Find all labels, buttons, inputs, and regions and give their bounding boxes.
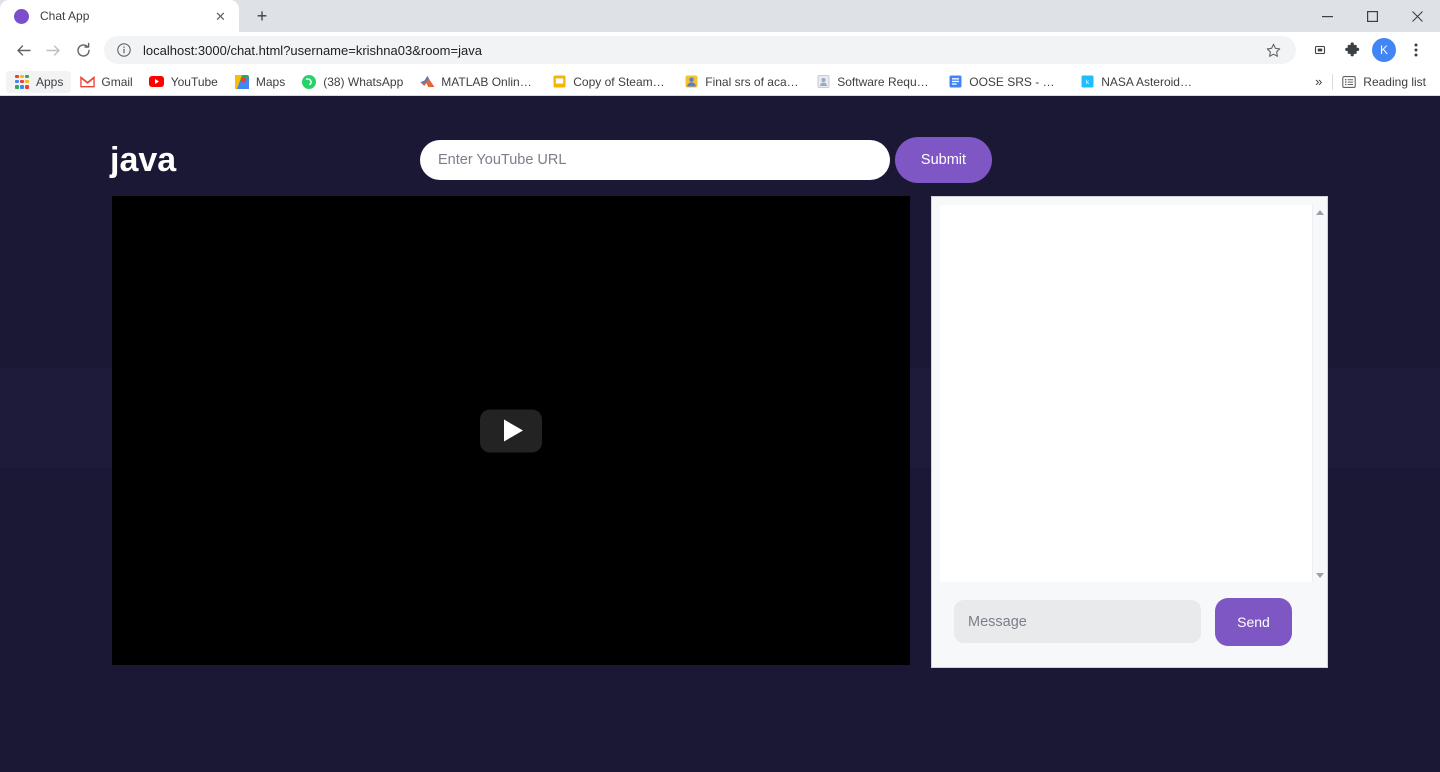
- bookmark-final-srs[interactable]: Final srs of academi...: [675, 71, 807, 93]
- bookmark-label: MATLAB Online R2...: [441, 74, 535, 89]
- bookmark-oose-srs[interactable]: OOSE SRS - Google...: [939, 71, 1071, 93]
- bookmark-label: YouTube: [170, 74, 218, 89]
- tab-strip: Chat App ✕ +: [0, 0, 1440, 32]
- tab-title: Chat App: [40, 9, 90, 23]
- submit-button[interactable]: Submit: [895, 137, 992, 183]
- youtube-url-input[interactable]: [420, 140, 890, 180]
- scroll-up-arrow-icon[interactable]: [1313, 205, 1328, 219]
- reading-list-icon: [1341, 74, 1357, 90]
- bookmark-maps[interactable]: Maps: [226, 71, 293, 93]
- bookmark-apps[interactable]: Apps: [6, 70, 72, 93]
- video-player[interactable]: [112, 196, 910, 665]
- google-docs-icon: [947, 74, 963, 90]
- browser-tab-chat-app[interactable]: Chat App ✕: [0, 0, 239, 32]
- whatsapp-icon: [301, 74, 317, 90]
- bookmark-label: (38) WhatsApp: [323, 74, 404, 89]
- close-icon[interactable]: [1395, 0, 1440, 32]
- gmail-icon: [79, 74, 95, 90]
- new-tab-button[interactable]: +: [248, 2, 276, 30]
- bookmark-copy-of-steampunk[interactable]: Copy of Steampunk...: [543, 71, 675, 93]
- bookmark-label: Software Requirem...: [837, 74, 931, 89]
- youtube-icon: [149, 74, 165, 90]
- address-bar[interactable]: localhost:3000/chat.html?username=krishn…: [104, 36, 1296, 64]
- bookmark-matlab[interactable]: MATLAB Online R2...: [411, 71, 543, 93]
- profile-avatar[interactable]: K: [1372, 38, 1396, 62]
- message-input[interactable]: [954, 600, 1201, 643]
- extensions-puzzle-icon[interactable]: [1338, 36, 1366, 64]
- bookmarks-overflow-button[interactable]: »: [1305, 74, 1332, 89]
- back-arrow-icon[interactable]: [8, 35, 38, 65]
- room-title: java: [110, 141, 177, 179]
- main-content: Send: [0, 196, 1440, 668]
- bookmark-nasa-asteroid[interactable]: k NASA Asteroid Clas...: [1071, 71, 1203, 93]
- chat-body: [932, 197, 1327, 582]
- three-dot-menu-icon[interactable]: [1402, 36, 1430, 64]
- bookmark-whatsapp[interactable]: (38) WhatsApp: [293, 71, 411, 93]
- app-page: java Submit: [0, 96, 1440, 772]
- window-controls: [1305, 0, 1440, 32]
- bookmark-software-requirem[interactable]: Software Requirem...: [807, 71, 939, 93]
- kaggle-icon: k: [1079, 74, 1095, 90]
- bookmark-label: Gmail: [101, 74, 133, 89]
- bookmark-label: Final srs of academi...: [705, 74, 800, 89]
- bookmark-label: Apps: [36, 74, 64, 89]
- tab-close-icon[interactable]: ✕: [212, 8, 229, 25]
- bookmark-gmail[interactable]: Gmail: [71, 71, 140, 93]
- bookmark-label: OOSE SRS - Google...: [969, 74, 1063, 89]
- info-circle-icon[interactable]: [116, 42, 132, 58]
- reading-list-button[interactable]: Reading list: [1333, 71, 1434, 93]
- slides-icon: [551, 74, 567, 90]
- chat-panel: Send: [931, 196, 1328, 668]
- minimize-icon[interactable]: [1305, 0, 1350, 32]
- matlab-icon: [419, 74, 435, 90]
- docs-icon: [683, 74, 699, 90]
- scroll-down-arrow-icon[interactable]: [1313, 568, 1328, 582]
- bookmark-label: Maps: [255, 74, 286, 89]
- maximize-icon[interactable]: [1350, 0, 1395, 32]
- apps-grid-icon: [14, 74, 30, 90]
- tab-favicon-icon: [14, 8, 29, 24]
- star-icon[interactable]: [1262, 39, 1284, 61]
- maps-icon: [234, 74, 250, 90]
- youtube-url-form: Submit: [420, 137, 992, 183]
- chat-messages-list: [940, 205, 1312, 582]
- bookmarks-bar: Apps Gmail YouTube Maps (38) WhatsApp MA…: [0, 68, 1440, 96]
- browser-chrome: Chat App ✕ + localhost:3000/chat.html?us…: [0, 0, 1440, 772]
- app-header: java Submit: [0, 96, 1440, 196]
- generic-page-icon: [815, 74, 831, 90]
- address-bar-url: localhost:3000/chat.html?username=krishn…: [143, 42, 482, 58]
- forward-arrow-icon[interactable]: [38, 35, 68, 65]
- browser-toolbar: localhost:3000/chat.html?username=krishn…: [0, 32, 1440, 68]
- reading-list-label: Reading list: [1363, 74, 1426, 89]
- bookmark-label: NASA Asteroid Clas...: [1101, 74, 1195, 89]
- reload-icon[interactable]: [68, 35, 98, 65]
- play-triangle: [503, 419, 523, 442]
- play-button-icon[interactable]: [480, 409, 542, 452]
- bookmark-youtube[interactable]: YouTube: [141, 71, 226, 93]
- chat-footer: Send: [932, 582, 1327, 667]
- send-button[interactable]: Send: [1215, 597, 1292, 646]
- media-cast-icon[interactable]: [1306, 36, 1334, 64]
- chat-scrollbar[interactable]: [1312, 205, 1327, 582]
- bookmark-label: Copy of Steampunk...: [573, 74, 667, 89]
